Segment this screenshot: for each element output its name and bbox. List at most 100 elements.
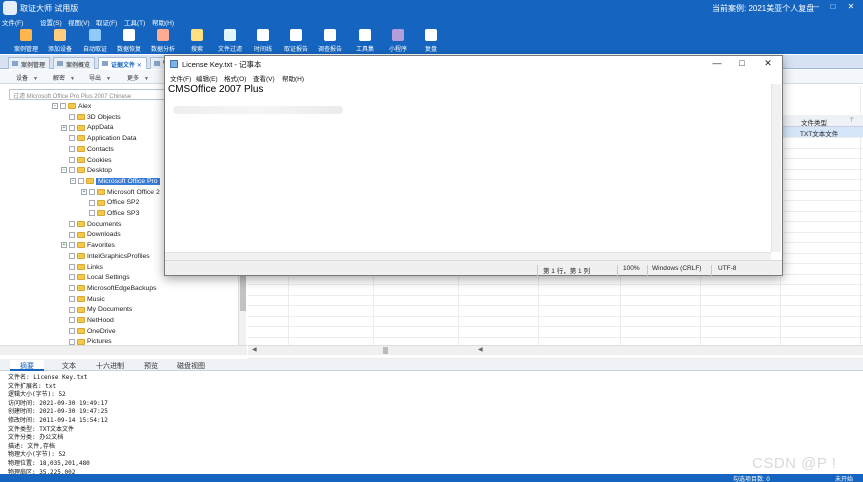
menu-forensics[interactable]: 取证(F): [96, 17, 117, 27]
checkbox[interactable]: [69, 220, 75, 227]
ribbon-miniprogram-button[interactable]: 小程序: [381, 29, 415, 53]
minimize-button[interactable]: —: [808, 2, 822, 14]
ribbon-timeline-button[interactable]: 时间线: [246, 29, 280, 53]
ribbon-search-button[interactable]: 搜索: [180, 29, 214, 53]
collapse-icon[interactable]: −: [70, 178, 76, 185]
notepad-menu-format[interactable]: 格式(O): [224, 73, 246, 83]
ribbon-data-recovery-button[interactable]: 数据恢复: [112, 29, 146, 53]
checkbox[interactable]: [69, 263, 75, 270]
tree-node[interactable]: Office SP3: [81, 210, 139, 220]
tree-node[interactable]: Downloads: [61, 231, 121, 241]
tab-case-management[interactable]: 案例管理: [8, 57, 51, 69]
ribbon-file-filter-button[interactable]: 文件过滤: [213, 29, 247, 53]
tree-node[interactable]: My Documents: [61, 306, 132, 316]
checkbox[interactable]: [60, 103, 66, 110]
checkbox[interactable]: [69, 274, 75, 281]
ribbon-auto-forensic-button[interactable]: 自动取证: [78, 29, 112, 53]
checkbox[interactable]: [69, 338, 75, 345]
ribbon-add-device-button[interactable]: 添加设备: [43, 29, 77, 53]
expand-icon[interactable]: +: [61, 124, 67, 131]
toolbar-more-dropdown[interactable]: 更多 ▼: [127, 73, 149, 82]
menu-help[interactable]: 帮助(H): [152, 17, 174, 27]
toolbar-export-dropdown[interactable]: 导出 ▼: [89, 73, 111, 82]
checkbox[interactable]: [69, 135, 75, 142]
checkbox[interactable]: [69, 113, 75, 120]
menu-tools[interactable]: 工具(T): [124, 17, 145, 27]
checkbox[interactable]: [69, 156, 75, 163]
ribbon-toolset-button[interactable]: 工具集: [348, 29, 382, 53]
close-button[interactable]: ✕: [844, 2, 858, 14]
tree-node[interactable]: + Microsoft Office 2: [81, 189, 160, 199]
checkbox[interactable]: [69, 231, 75, 238]
checkbox[interactable]: [69, 253, 75, 259]
tab-case-overview[interactable]: 案例概览: [53, 57, 96, 69]
menu-file[interactable]: 文件(F): [2, 17, 23, 27]
tab-preview[interactable]: 预览: [134, 360, 168, 371]
tab-close-icon[interactable]: ✕: [137, 63, 142, 69]
checkbox[interactable]: [69, 327, 75, 334]
tree-node[interactable]: Documents: [61, 221, 121, 231]
tree-node[interactable]: NetHood: [61, 317, 114, 327]
scroll-left-icon[interactable]: ◀: [478, 346, 483, 353]
checkbox[interactable]: [78, 178, 84, 185]
notepad-vertical-scrollbar[interactable]: [771, 84, 781, 252]
notepad-text-area[interactable]: CMSOffice 2007 Plus: [168, 84, 768, 95]
menu-settings[interactable]: 设置(S): [40, 17, 62, 27]
notepad-minimize-button[interactable]: —: [707, 58, 727, 70]
expand-icon[interactable]: +: [81, 188, 87, 195]
ribbon-review-button[interactable]: 复盘: [414, 29, 448, 53]
checkbox[interactable]: [69, 146, 75, 152]
checkbox[interactable]: [89, 199, 95, 206]
collapse-icon[interactable]: −: [61, 167, 67, 174]
tab-disk-view[interactable]: 磁盘视图: [167, 360, 215, 371]
checkbox[interactable]: [89, 188, 95, 195]
tree-node[interactable]: Office SP2: [81, 199, 139, 209]
column-filter-icon[interactable]: ⊤: [849, 117, 854, 124]
notepad-menu-edit[interactable]: 编辑(E): [196, 73, 218, 83]
checkbox[interactable]: [69, 317, 75, 324]
checkbox[interactable]: [69, 167, 75, 174]
tree-node[interactable]: Local Settings: [61, 274, 130, 284]
selected-table-row[interactable]: TXT文本文件: [782, 127, 863, 138]
maximize-button[interactable]: □: [826, 2, 840, 14]
notepad-horizontal-scrollbar[interactable]: [165, 252, 771, 260]
tree-node[interactable]: Music: [61, 296, 105, 306]
tab-hex[interactable]: 十六进制: [86, 360, 134, 371]
tree-node[interactable]: 3D Objects: [61, 114, 121, 124]
grid-horizontal-scrollbar[interactable]: ◀ ◀: [248, 345, 863, 355]
checkbox[interactable]: [69, 306, 75, 313]
tree-horizontal-scrollbar[interactable]: [0, 345, 247, 355]
column-file-type[interactable]: 文件类型: [801, 117, 827, 127]
checkbox[interactable]: [69, 295, 75, 302]
tree-node[interactable]: Contacts: [61, 146, 114, 156]
tree-node[interactable]: − Microsoft Office Pro: [70, 177, 160, 188]
tab-summary[interactable]: 摘要: [10, 360, 44, 371]
checkbox[interactable]: [69, 285, 75, 292]
notepad-menu-file[interactable]: 文件(F): [170, 73, 191, 83]
toolbar-decrypt-dropdown[interactable]: 解密 ▼: [53, 73, 75, 82]
notepad-menu-help[interactable]: 帮助(H): [282, 73, 304, 83]
toolbar-device-dropdown[interactable]: 设备 ▼: [16, 73, 38, 82]
tab-evidence-files[interactable]: 证据文件 ✕: [98, 57, 147, 69]
tree-node[interactable]: MicrosoftEdgeBackups: [61, 285, 157, 295]
notepad-maximize-button[interactable]: □: [732, 58, 752, 70]
menu-view[interactable]: 视图(V): [68, 17, 90, 27]
tree-node[interactable]: IntelGraphicsProfiles: [61, 253, 150, 263]
collapse-icon[interactable]: −: [52, 103, 58, 110]
checkbox[interactable]: [89, 210, 95, 217]
tree-node[interactable]: + AppData: [61, 124, 113, 134]
tree-node[interactable]: + Favorites: [61, 242, 115, 252]
ribbon-case-management-button[interactable]: 案例管理: [9, 29, 43, 53]
scrollbar-thumb[interactable]: [383, 347, 388, 354]
tree-node[interactable]: − Alex: [52, 103, 91, 113]
tree-node[interactable]: Pictures: [61, 338, 112, 345]
scroll-left-icon[interactable]: ◀: [252, 346, 257, 353]
checkbox[interactable]: [69, 242, 75, 249]
ribbon-survey-report-button[interactable]: 调查报告: [313, 29, 347, 53]
notepad-menu-view[interactable]: 查看(V): [253, 73, 275, 83]
tree-node[interactable]: − Desktop: [61, 167, 112, 177]
tree-node[interactable]: Cookies: [61, 157, 112, 167]
checkbox[interactable]: [69, 124, 75, 131]
tree-node[interactable]: OneDrive: [61, 328, 116, 338]
notepad-close-button[interactable]: ✕: [758, 58, 778, 70]
